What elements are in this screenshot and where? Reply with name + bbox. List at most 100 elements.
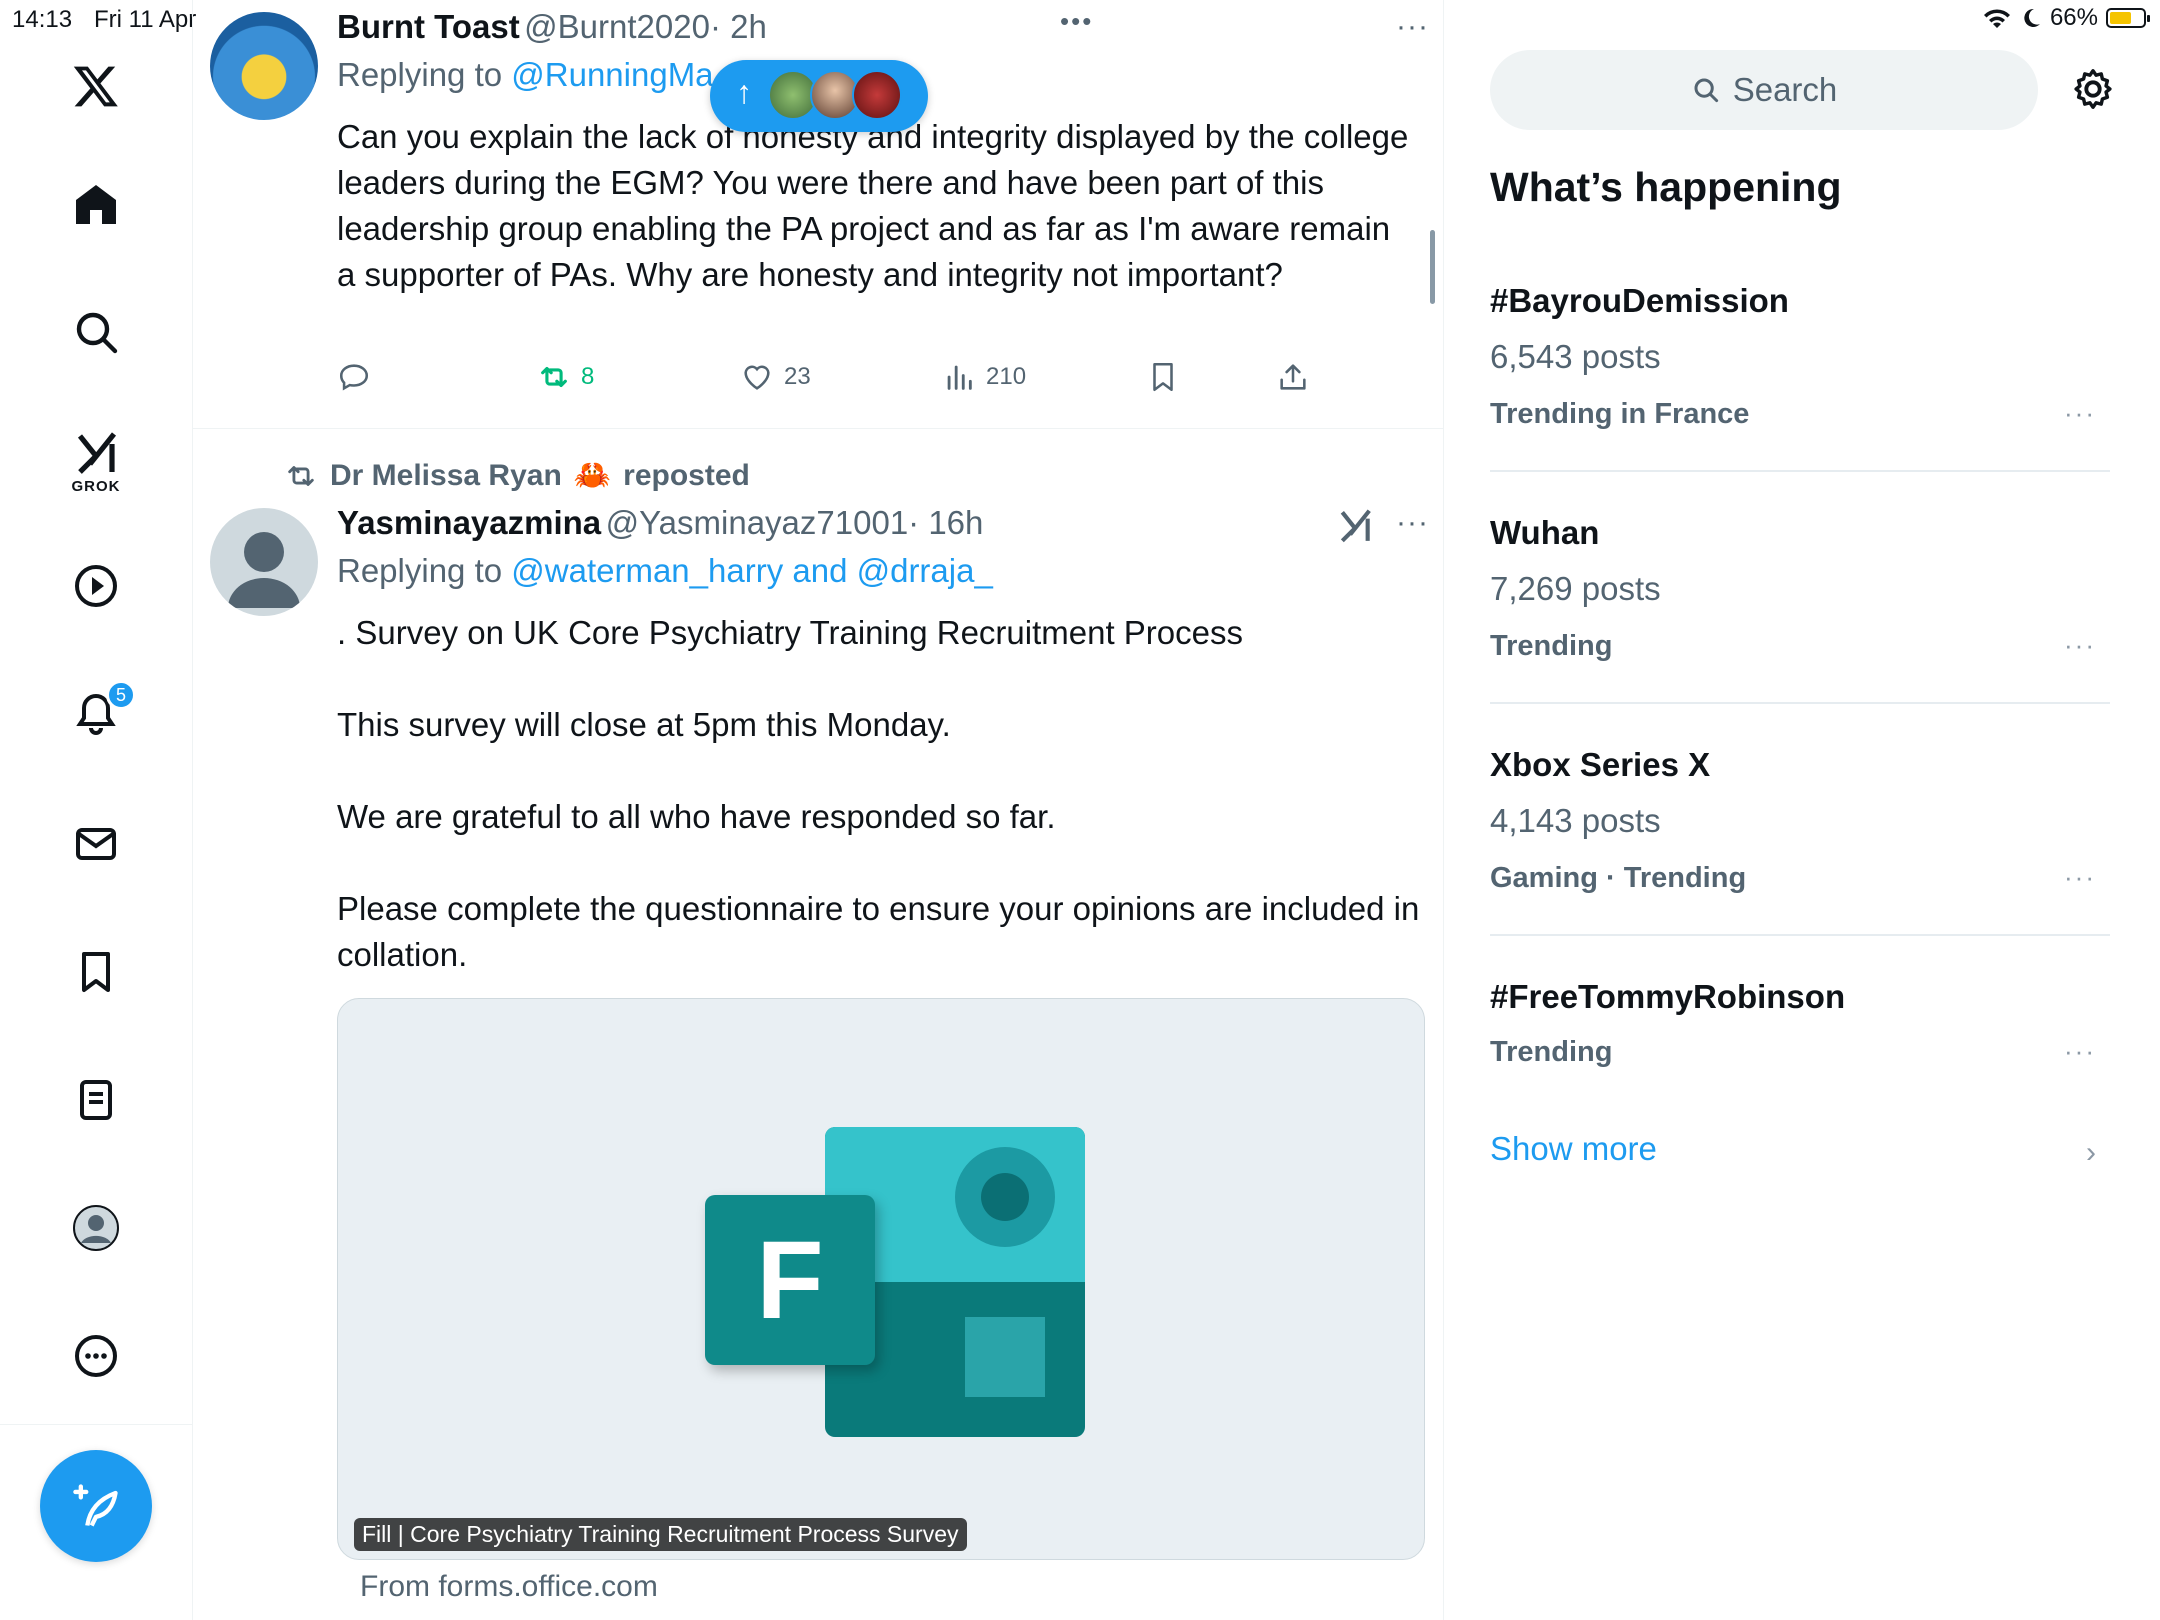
crab-emoji: 🦀 xyxy=(573,459,612,492)
trend-title[interactable]: #BayrouDemission xyxy=(1490,282,1789,320)
trend-meta: Trending in France xyxy=(1490,398,1750,430)
search-icon xyxy=(1694,78,1718,103)
trend-meta: Gaming · Trending xyxy=(1490,862,1747,894)
trend-meta: Trending xyxy=(1490,1036,1613,1068)
lists-icon[interactable] xyxy=(0,1076,192,1124)
battery-icon xyxy=(2106,8,2150,28)
feather-plus-icon xyxy=(73,1484,118,1527)
nav-divider xyxy=(0,1424,192,1425)
trend-more-icon[interactable]: ··· xyxy=(2064,398,2096,429)
repost-indicator-icon xyxy=(288,465,314,486)
trend-posts: 6,543 posts xyxy=(1490,338,1661,375)
bookmarks-icon[interactable] xyxy=(0,948,192,996)
tweet2-header: Yasminayazmina @Yasminayaz71001· 16h xyxy=(337,504,983,542)
grok-label: GROK xyxy=(71,478,121,495)
more-options-icon[interactable] xyxy=(0,1332,192,1380)
tweet2-link-card[interactable]: F Fill | Core Psychiatry Training Recrui… xyxy=(337,998,1425,1560)
trend-meta: Trending xyxy=(1490,630,1613,662)
home-icon[interactable] xyxy=(0,180,192,228)
tweet2-replying-mentions[interactable]: @waterman_harry and @drraja_ xyxy=(511,552,993,589)
tweet1-view-count: 210 xyxy=(986,363,1027,390)
tweet2-handle[interactable]: @Yasminayaz71001 xyxy=(606,504,909,541)
trend-posts: 4,143 posts xyxy=(1490,802,1661,839)
notifications-badge: 5 xyxy=(106,680,136,710)
tweet1-avatar[interactable] xyxy=(210,12,318,120)
new-post-avatar-3 xyxy=(852,70,902,120)
scrollbar-thumb[interactable] xyxy=(1430,230,1435,304)
tweet1-reply-button[interactable] xyxy=(337,360,371,394)
forms-logo-letter: F xyxy=(705,1195,875,1365)
trend-more-icon[interactable]: ··· xyxy=(2064,1036,2096,1067)
trend-posts: 7,269 posts xyxy=(1490,570,1661,607)
tweet1-handle[interactable]: @Burnt2020 xyxy=(524,8,710,45)
tweet2-reposted-label: reposted xyxy=(623,458,750,492)
trend-more-icon[interactable]: ··· xyxy=(2064,630,2096,661)
grok-nav-item[interactable]: GROK xyxy=(0,428,192,495)
tweet2-time: · 16h xyxy=(908,504,984,541)
forms-logo-icon: F xyxy=(705,1127,1085,1437)
default-avatar-icon xyxy=(228,532,300,608)
tweet1-replying-mention[interactable]: @RunningMa xyxy=(511,56,713,93)
moon-icon xyxy=(2024,8,2040,27)
tweet2-repost-context: Dr Melissa Ryan 🦀 reposted xyxy=(284,458,750,493)
tweet2-text: . Survey on UK Core Psychiatry Training … xyxy=(337,614,1420,973)
trend-divider xyxy=(1490,934,2110,936)
search-placeholder: Search xyxy=(1732,71,1838,108)
share-upload-icon xyxy=(1280,364,1306,390)
trend-divider xyxy=(1490,470,2110,472)
tweet1-retweet-button[interactable]: 8 xyxy=(537,360,594,394)
tweet1-replying-prefix: Replying to xyxy=(337,56,512,93)
tweet1-text: Can you explain the lack of honesty and … xyxy=(337,118,1418,293)
tweet2-author-name[interactable]: Yasminayazmina xyxy=(337,504,601,541)
tweet2-more-icon[interactable]: ··· xyxy=(1396,506,1429,540)
explore-search-icon[interactable] xyxy=(0,308,192,356)
profile-avatar-icon[interactable] xyxy=(0,1204,192,1252)
left-navigation: GROK 5 xyxy=(0,0,193,1620)
tweet1-share-button[interactable] xyxy=(1276,360,1310,394)
tweet1-replying-line: Replying to @RunningMa xyxy=(337,56,714,94)
tweet1-header: Burnt Toast @Burnt2020· 2h xyxy=(337,8,767,46)
trend-title[interactable]: #FreeTommyRobinson xyxy=(1490,978,1845,1016)
heart-icon xyxy=(744,365,770,390)
tweet1-bookmark-button[interactable] xyxy=(1146,360,1180,394)
show-more-link[interactable]: Show more xyxy=(1490,1130,1657,1168)
card-source[interactable]: From forms.office.com xyxy=(360,1570,658,1604)
settings-gear-icon[interactable] xyxy=(2070,66,2116,112)
tweet1-views-button[interactable]: 210 xyxy=(942,360,1026,394)
messages-mail-icon[interactable] xyxy=(0,820,192,868)
reply-bubble-icon xyxy=(339,364,369,391)
tweet2-reposter-name[interactable]: Dr Melissa Ryan xyxy=(330,459,562,493)
tweet1-author-name[interactable]: Burnt Toast xyxy=(337,8,520,45)
tweet2-replying-line: Replying to @waterman_harry and @drraja_ xyxy=(337,552,993,590)
search-input[interactable]: Search xyxy=(1490,50,2038,130)
grok-icon xyxy=(77,432,117,474)
retweet-icon xyxy=(541,366,567,388)
tweet1-retweet-count: 8 xyxy=(581,363,595,390)
trend-title[interactable]: Xbox Series X xyxy=(1490,746,1710,784)
battery-percent: 66% xyxy=(2049,4,2098,31)
video-play-icon[interactable] xyxy=(0,562,192,610)
chevron-right-icon: › xyxy=(2086,1136,2096,1169)
tweet1-more-icon[interactable]: ··· xyxy=(1396,10,1429,44)
new-posts-pill[interactable]: ↑ xyxy=(710,60,928,132)
bookmark-icon xyxy=(1153,362,1173,392)
compose-post-button[interactable] xyxy=(40,1450,152,1562)
trend-divider xyxy=(1490,702,2110,704)
card-caption: Fill | Core Psychiatry Training Recruitm… xyxy=(354,1518,967,1551)
views-chart-icon xyxy=(947,365,972,390)
notifications-nav-item[interactable]: 5 xyxy=(0,680,192,738)
tweet1-time: · 2h xyxy=(709,8,767,45)
status-indicators: 66% xyxy=(1982,4,2150,32)
x-logo-icon[interactable] xyxy=(0,62,192,110)
tweet-divider xyxy=(193,428,1443,429)
tweet2-avatar[interactable] xyxy=(210,508,318,616)
tweet1-like-count: 23 xyxy=(784,363,811,390)
trend-more-icon[interactable]: ··· xyxy=(2064,862,2096,893)
arrow-up-icon: ↑ xyxy=(736,74,752,110)
trend-title[interactable]: Wuhan xyxy=(1490,514,1599,552)
wifi-icon xyxy=(1983,9,2010,28)
battery-level-fill xyxy=(2110,12,2131,24)
tweet2-grok-icon[interactable] xyxy=(1336,506,1374,549)
tweet1-like-button[interactable]: 23 xyxy=(740,360,811,394)
tweet2-replying-prefix: Replying to xyxy=(337,552,512,589)
